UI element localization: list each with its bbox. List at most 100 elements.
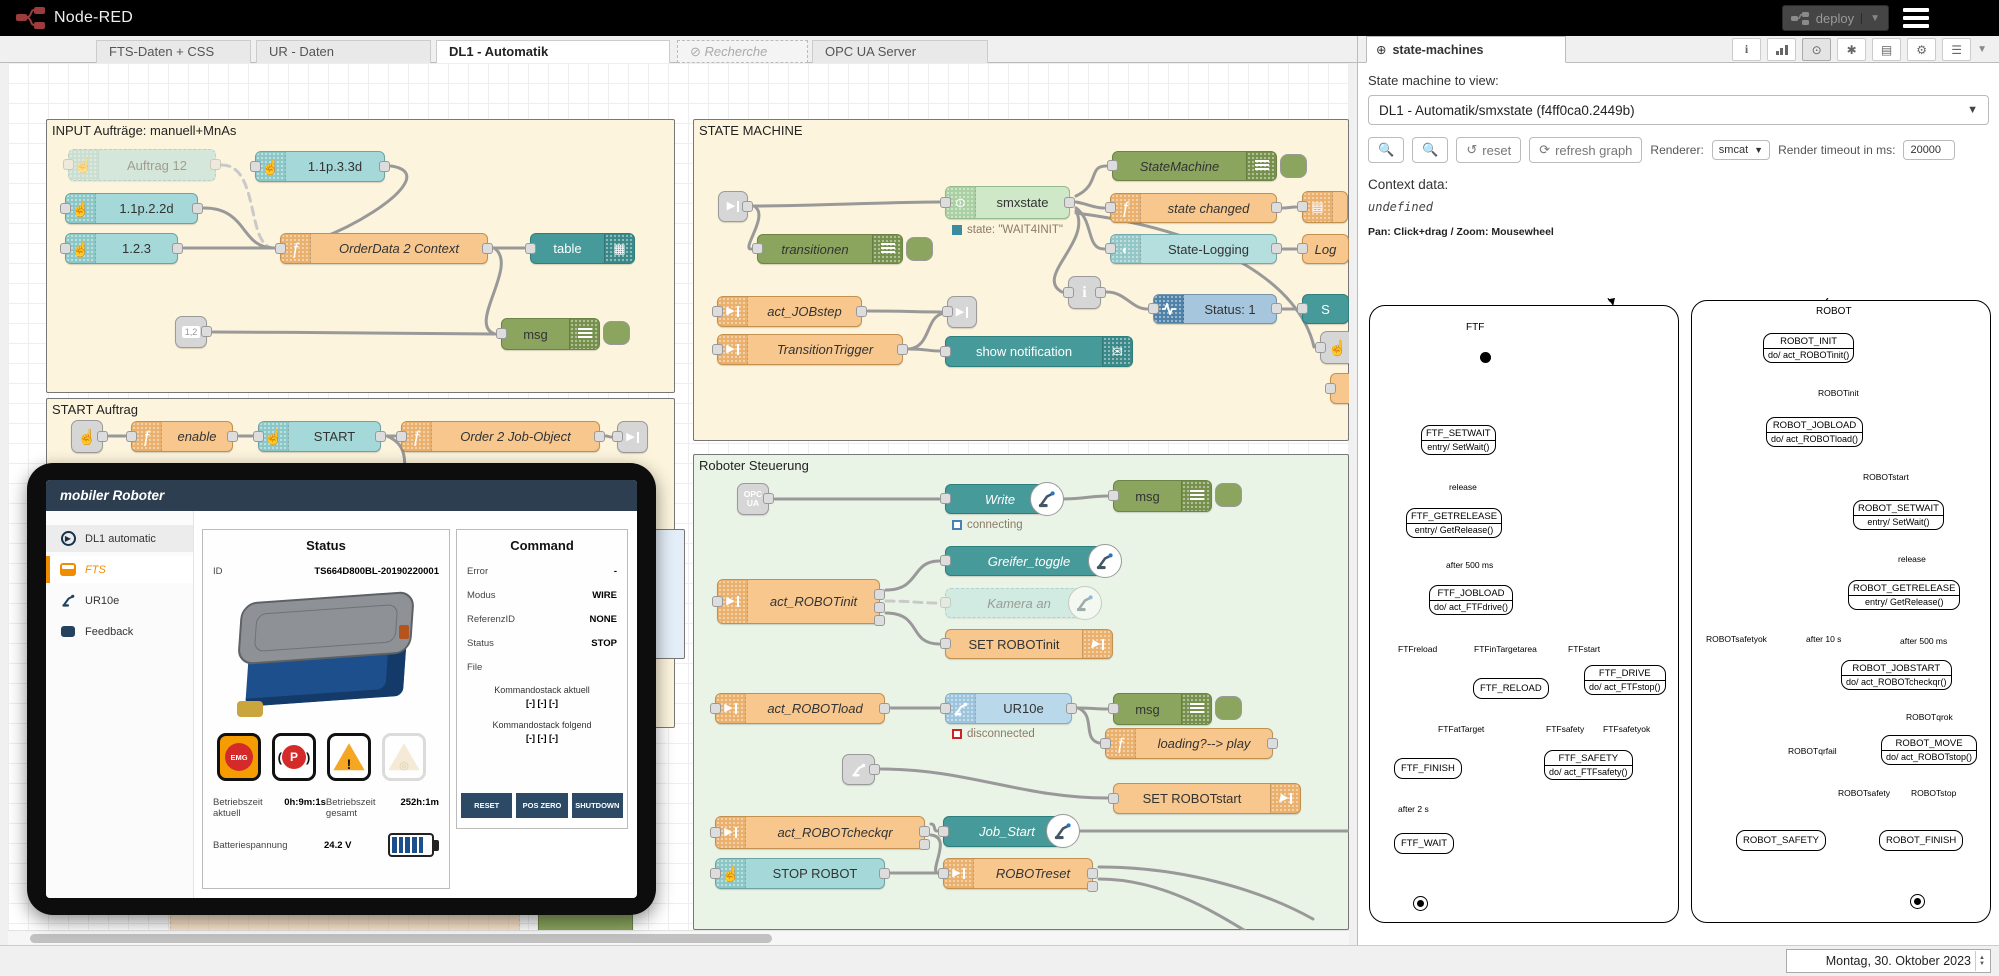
node-function-loading[interactable]: ƒ loading?--> play <box>1105 728 1273 759</box>
node-inject-start[interactable]: ☝ START <box>258 421 381 452</box>
node-function-statechanged[interactable]: ƒ state changed <box>1110 193 1277 223</box>
nav-item-fts[interactable]: FTS <box>46 556 193 583</box>
node-inject-stoprobot[interactable]: ☝ STOP ROBOT <box>715 858 885 889</box>
node-ur10e[interactable]: UR10e <box>945 693 1072 724</box>
ftf-title: FTF <box>1466 322 1484 333</box>
node-link-mid[interactable]: ▶ <box>947 296 977 328</box>
node-smxstate[interactable]: ⊙ smxstate <box>945 186 1070 219</box>
node-function-enable[interactable]: ƒ enable <box>131 421 233 452</box>
reset-button[interactable]: RESET <box>461 793 512 818</box>
node-status1[interactable]: Status: 1 <box>1153 294 1277 324</box>
node-link-actjobstep[interactable]: ▶ act_JOBstep <box>717 296 862 327</box>
node-link-actrobotcheckqr[interactable]: ▶ act_ROBOTcheckqr <box>715 816 925 849</box>
debug-toggle-button[interactable] <box>1215 696 1242 720</box>
node-debug-statemachine[interactable]: StateMachine <box>1112 151 1277 181</box>
info-tab-button[interactable]: i <box>1732 38 1761 61</box>
nav-item-feedback[interactable]: Feedback <box>46 618 193 645</box>
node-kamera-an[interactable]: Kamera an <box>945 588 1093 618</box>
deploy-caret-icon[interactable]: ▼ <box>1861 13 1880 24</box>
node-debug-transitionen[interactable]: transitionen <box>757 234 903 264</box>
zoom-out-button[interactable]: 🔍 <box>1368 137 1404 163</box>
node-inject-button[interactable]: ☝ <box>71 420 103 453</box>
robot-arm-icon <box>60 593 76 609</box>
node-greifer-toggle[interactable]: Greifer_toggle <box>945 546 1113 576</box>
node-jobstart[interactable]: Job_Start <box>943 816 1071 847</box>
sidebar-caret-icon[interactable]: ▼ <box>1977 44 1987 55</box>
spinner-icon[interactable]: ▲▼ <box>1975 951 1988 971</box>
node-link-robotarm[interactable] <box>842 754 875 785</box>
node-link-in-sm[interactable]: ▶ <box>718 191 748 222</box>
debug-toggle-button[interactable] <box>906 237 933 261</box>
node-statelogging[interactable]: ◐ State-Logging <box>1110 234 1277 264</box>
node-debug-msg-2[interactable]: msg <box>1113 480 1212 512</box>
sidebar-body: State machine to view: DL1 - Automatik/s… <box>1358 63 1999 238</box>
chart-tab-button[interactable] <box>1767 38 1796 61</box>
tab-recherche[interactable]: Recherche <box>677 40 808 63</box>
refresh-graph-button[interactable]: ⟳refresh graph <box>1529 137 1642 163</box>
node-link-transitiontrigger[interactable]: ▶ TransitionTrigger <box>717 334 903 365</box>
port[interactable] <box>210 159 221 170</box>
node-link-actrobotinit[interactable]: ▶ act_ROBOTinit <box>717 579 880 624</box>
node-orange-cut[interactable] <box>1330 373 1349 404</box>
node-link-actrobotload[interactable]: ▶ act_ROBOTload <box>715 693 885 724</box>
hscroll-thumb[interactable] <box>30 934 772 943</box>
state-machine-tab-button[interactable]: ⊙ <box>1802 38 1831 61</box>
node-inject-11p33d[interactable]: ☝ 1.1p.3.3d <box>255 151 385 182</box>
sidebar-tab-state-machines[interactable]: ⊕ state-machines <box>1366 36 1566 63</box>
state-machine-select[interactable]: DL1 - Automatik/smxstate (f4ff0ca0.2449b… <box>1368 95 1989 125</box>
renderer-select[interactable]: smcat▼ <box>1712 140 1770 160</box>
node-inject-123[interactable]: ☝ 1.2.3 <box>65 233 178 264</box>
port[interactable] <box>63 159 74 170</box>
config-gear-tab-button[interactable]: ⚙ <box>1907 38 1936 61</box>
canvas-hscrollbar[interactable] <box>8 930 1349 945</box>
node-link-out-start[interactable]: ▶ <box>617 421 648 453</box>
node-link-robotreset[interactable]: ▶ ROBOTreset <box>943 858 1093 889</box>
pos-zero-button[interactable]: POS ZERO <box>516 793 567 818</box>
tab-opc-ua-server[interactable]: OPC UA Server <box>812 40 988 63</box>
node-function-orderdata[interactable]: ƒ OrderData 2 Context <box>280 233 488 264</box>
node-shownotification[interactable]: show notification ✉ <box>945 336 1133 367</box>
node-table[interactable]: table ▦ <box>530 233 635 264</box>
deploy-button[interactable]: deploy ▼ <box>1782 5 1889 31</box>
node-debug-msg-1[interactable]: msg <box>501 318 600 350</box>
node-hand-cut[interactable]: ☝ <box>1320 331 1349 364</box>
book-tab-button[interactable]: ▤ <box>1872 38 1901 61</box>
node-inject-11p22d[interactable]: ☝ 1.1p.2.2d <box>65 193 198 224</box>
debug-list-icon <box>1181 481 1211 511</box>
node-function-order2job[interactable]: ƒ Order 2 Job-Object <box>401 421 600 452</box>
tab-dl1-automatik[interactable]: DL1 - Automatik <box>436 40 670 64</box>
node-link-out-setrobotinit[interactable]: SET ROBOTinit ▶ <box>945 629 1113 659</box>
node-link-out-setrobotstart[interactable]: SET ROBOTstart ▶ <box>1113 783 1301 814</box>
nav-item-ur10e[interactable]: UR10e <box>46 587 193 614</box>
debug-toggle-button[interactable] <box>603 321 630 345</box>
node-opcua[interactable]: OPC UA <box>737 483 769 515</box>
node-debug-msg-3[interactable]: msg <box>1113 693 1212 725</box>
node-log-cut[interactable]: Log <box>1302 234 1349 264</box>
emergency-stop-icon[interactable]: EMG <box>217 733 261 781</box>
node-opcua-write[interactable]: Write <box>945 484 1055 514</box>
debug-toggle-button[interactable] <box>1215 483 1242 507</box>
parking-brake-icon[interactable]: (P) <box>272 733 316 781</box>
tab-ur-daten[interactable]: UR - Daten <box>256 40 431 63</box>
timeout-input[interactable]: 20000 <box>1903 140 1955 160</box>
node-inject-auftrag12[interactable]: ☝ Auftrag 12 <box>68 149 216 181</box>
reset-button[interactable]: ↺reset <box>1456 137 1521 163</box>
node-file-cut[interactable]: ▤ <box>1302 191 1348 223</box>
node-link-in-12[interactable]: 1,2 <box>175 316 207 348</box>
hamburger-menu-button[interactable] <box>1903 8 1929 28</box>
nav-item-dl1-automatic[interactable]: ▶ DL1 automatic <box>46 525 193 552</box>
node-info[interactable]: i <box>1068 276 1101 309</box>
debug-bug-tab-button[interactable]: ✱ <box>1837 38 1866 61</box>
context-db-tab-button[interactable]: ☰ <box>1942 38 1971 61</box>
zoom-in-button[interactable]: 🔍 <box>1412 137 1448 163</box>
tab-fts-daten[interactable]: FTS-Daten + CSS <box>96 40 251 63</box>
node-status-cut[interactable]: S <box>1302 294 1349 324</box>
warning-triangle-icon[interactable]: ! <box>327 733 371 781</box>
id-label: ID <box>213 566 223 577</box>
state-machine-diagram[interactable]: FTF ROBOT FTF_SETWAITentry/ SetWait() FT… <box>1358 298 1999 945</box>
link-icon: ▶ <box>956 307 968 318</box>
shutdown-button[interactable]: SHUTDOWN <box>572 793 623 818</box>
date-input[interactable]: Montag, 30. Oktober 2023 ▲▼ <box>1786 949 1991 973</box>
smxstate-status: state: "WAIT4INIT" <box>952 224 1063 236</box>
debug-toggle-button[interactable] <box>1280 154 1307 178</box>
